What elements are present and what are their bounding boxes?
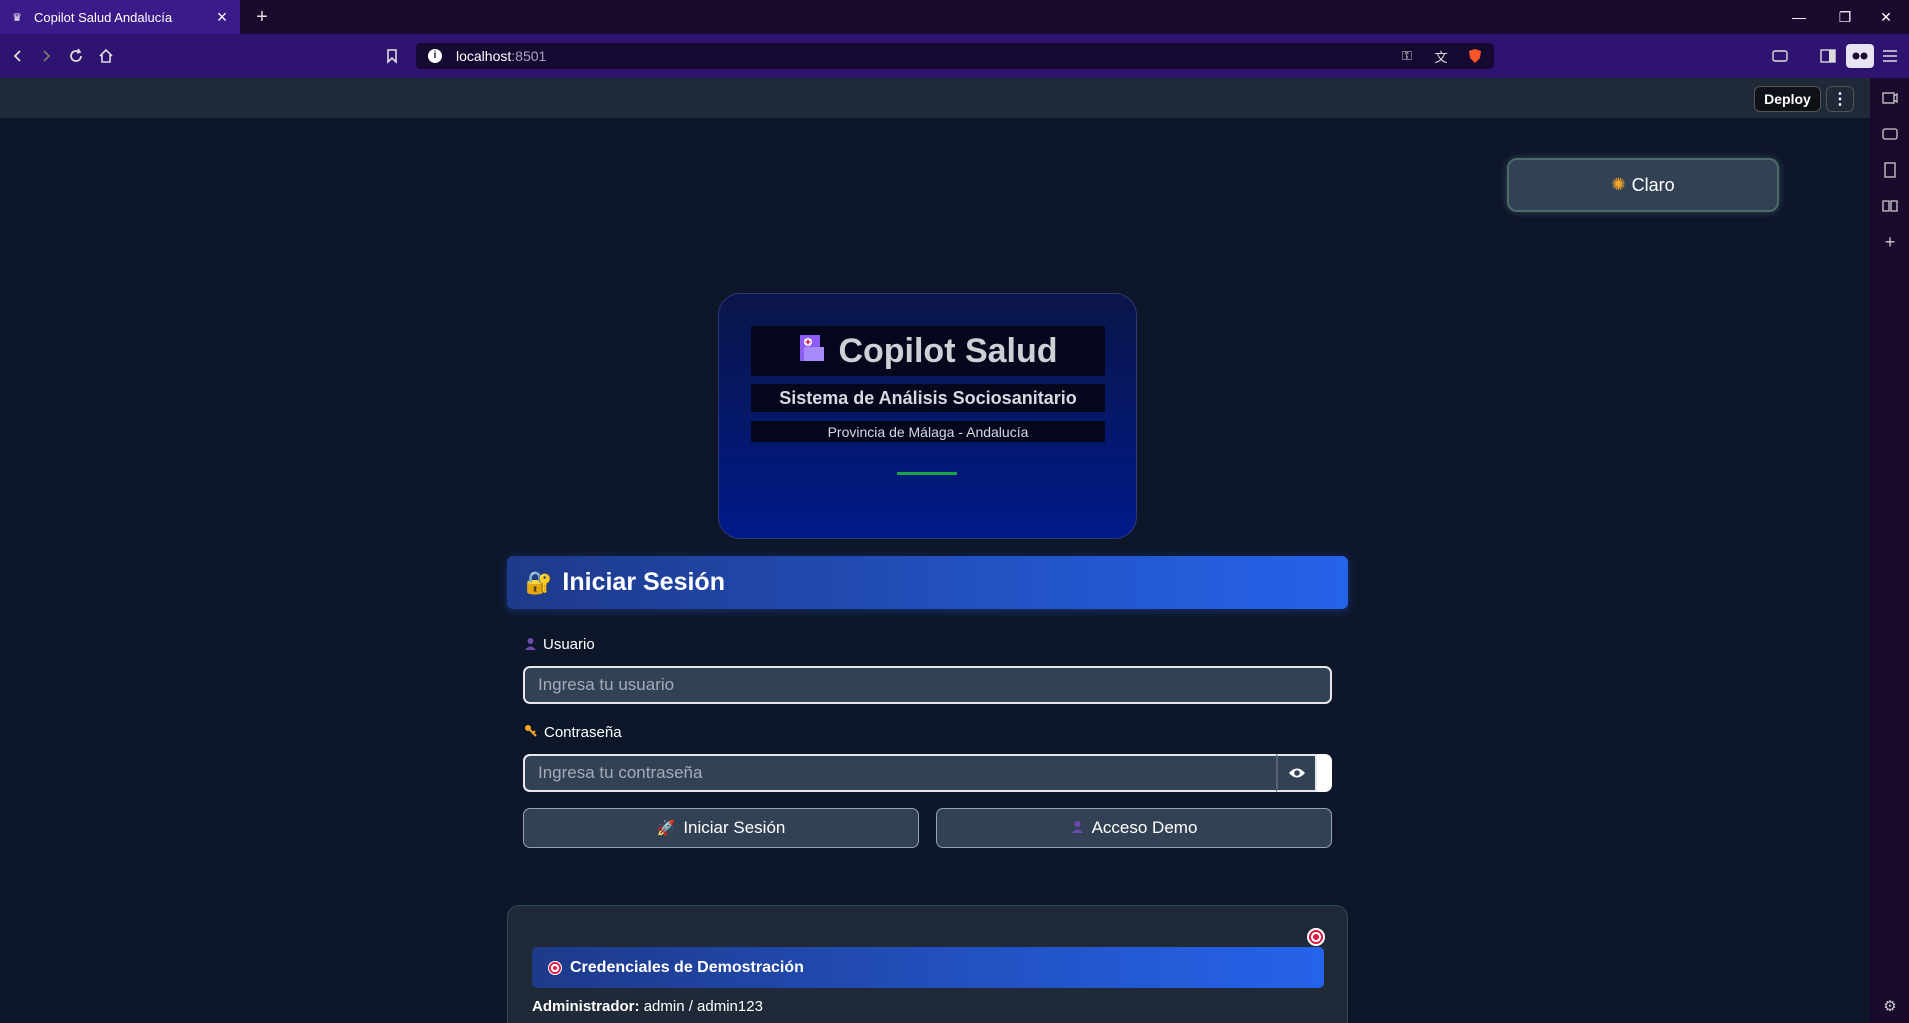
close-window-icon[interactable]: ✕ <box>1863 0 1909 34</box>
hospital-icon <box>798 333 826 370</box>
password-field-label: Contraseña <box>524 724 622 741</box>
bookmarks-side-icon[interactable] <box>1880 160 1900 180</box>
translate-icon[interactable]: 文 <box>1432 47 1450 65</box>
browser-tab[interactable]: ♛ Copilot Salud Andalucía × <box>0 0 240 34</box>
brave-shield-icon[interactable] <box>1466 47 1484 65</box>
login-section-header: 🔐 Iniciar Sesión <box>507 556 1348 609</box>
streamlit-header: Deploy ⋮ <box>0 78 1870 118</box>
credentials-header: Credenciales de Demostración <box>532 947 1324 988</box>
app-title-text: Copilot Salud <box>838 331 1058 370</box>
theme-toggle-label: Claro <box>1631 174 1675 195</box>
demo-button-label: Acceso Demo <box>1091 818 1198 837</box>
password-input[interactable] <box>523 754 1276 792</box>
admin-credentials-value: admin / admin123 <box>643 998 763 1015</box>
sun-icon: ✺ <box>1611 175 1626 194</box>
private-window-icon[interactable] <box>1846 44 1874 68</box>
username-input[interactable] <box>523 666 1332 704</box>
browser-toolbar: i localhost :8501 ⚿ 文 <box>0 34 1909 78</box>
rocket-icon: 🚀 <box>656 820 676 837</box>
wallet-icon[interactable] <box>1768 44 1792 68</box>
forward-icon[interactable] <box>34 44 58 68</box>
minimize-icon[interactable]: — <box>1776 0 1822 34</box>
login-button[interactable]: 🚀 Iniciar Sesión <box>523 808 919 848</box>
url-host: localhost <box>456 48 512 64</box>
close-tab-icon[interactable]: × <box>214 8 230 26</box>
password-label-text: Contraseña <box>544 724 622 741</box>
admin-credentials: Administrador: admin / admin123 <box>532 998 763 1015</box>
browser-side-panel: + ⚙ <box>1870 78 1909 1023</box>
demo-access-button[interactable]: Acceso Demo <box>936 808 1332 848</box>
restore-icon[interactable]: ❐ <box>1822 0 1868 34</box>
crown-icon: ♛ <box>12 11 22 24</box>
user-icon <box>524 637 537 653</box>
target-icon <box>548 960 562 975</box>
home-icon[interactable] <box>94 44 118 68</box>
reading-list-icon[interactable] <box>1880 196 1900 216</box>
bookmark-icon[interactable] <box>380 44 404 68</box>
reload-icon[interactable] <box>64 44 88 68</box>
sidebar-toggle-icon[interactable] <box>1816 44 1840 68</box>
login-section-title: Iniciar Sesión <box>562 568 725 596</box>
app-subtitle: Sistema de Análisis Sociosanitario <box>751 384 1105 412</box>
admin-role-label: Administrador: <box>532 998 640 1015</box>
user-field-label: Usuario <box>524 636 595 653</box>
app-title: Copilot Salud <box>751 326 1105 376</box>
deploy-button[interactable]: Deploy <box>1754 86 1821 112</box>
credentials-header-text: Credenciales de Demostración <box>570 958 804 976</box>
back-icon[interactable] <box>6 44 30 68</box>
browser-menu-icon[interactable] <box>1878 44 1902 68</box>
site-info-icon[interactable]: i <box>428 49 442 63</box>
user-icon <box>1071 820 1084 837</box>
demo-credentials-card: Credenciales de Demostración Administrad… <box>507 905 1348 1023</box>
url-port: :8501 <box>511 48 547 64</box>
key-icon <box>524 724 538 741</box>
accent-divider <box>897 472 957 475</box>
tab-title: Copilot Salud Andalucía <box>34 9 173 25</box>
new-tab-button[interactable]: + <box>250 5 274 29</box>
login-button-label: Iniciar Sesión <box>683 818 786 837</box>
target-icon <box>1307 928 1325 946</box>
app-location: Provincia de Málaga - Andalucía <box>751 421 1105 442</box>
hero-card: Copilot Salud Sistema de Análisis Socios… <box>718 293 1137 539</box>
browser-tab-bar: ♛ Copilot Salud Andalucía × + — ❐ ✕ <box>0 0 1909 34</box>
show-password-eye-icon[interactable] <box>1276 754 1317 792</box>
add-panel-icon[interactable]: + <box>1880 232 1900 252</box>
user-label-text: Usuario <box>543 636 595 653</box>
media-icon[interactable] <box>1880 88 1900 108</box>
streamlit-menu-icon[interactable]: ⋮ <box>1826 86 1854 112</box>
settings-gear-icon[interactable]: ⚙ <box>1880 996 1900 1016</box>
password-key-icon[interactable]: ⚿ <box>1398 47 1416 65</box>
wallet-side-icon[interactable] <box>1880 124 1900 144</box>
password-field <box>523 754 1332 792</box>
theme-toggle-button[interactable]: ✺ Claro <box>1507 158 1779 212</box>
address-bar[interactable]: i localhost :8501 ⚿ 文 <box>416 43 1494 69</box>
lock-icon: 🔐 <box>525 569 553 595</box>
